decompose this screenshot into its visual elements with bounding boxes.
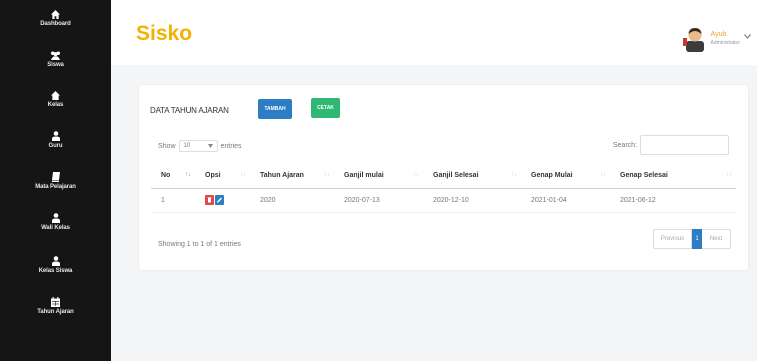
entries-value: 10 xyxy=(183,143,191,149)
sort-icon: ↑↓ xyxy=(511,172,517,178)
column-header-genap-mulai[interactable]: Genap Mulai ↑↓ xyxy=(521,164,610,189)
column-header-genap-selesai[interactable]: Genap Selesai ↑↓ xyxy=(610,164,736,189)
table-row: 1 2020 2020-07-13 2020-12-10 2021-01-04 … xyxy=(151,188,736,213)
page-1-button[interactable]: 1 xyxy=(692,229,702,249)
user-icon xyxy=(51,131,60,141)
column-header-ganjil-mulai[interactable]: Ganjil mulai ↑↓ xyxy=(334,164,423,189)
chevron-down-icon[interactable] xyxy=(744,33,751,39)
sidebar-item-dashboard[interactable]: Dashboard xyxy=(0,10,111,27)
brand-logo[interactable]: Sisko xyxy=(136,22,192,46)
sidebar-item-label: Siswa xyxy=(47,62,64,68)
sort-icon: ↑↓ xyxy=(413,172,419,178)
user-name: Ayub xyxy=(710,31,727,38)
sidebar-item-mata-pelajaran[interactable]: Mata Pelajaran xyxy=(0,172,111,190)
pencil-icon xyxy=(217,197,222,203)
print-button[interactable]: CETAK xyxy=(311,98,340,118)
user-icon xyxy=(51,256,60,266)
sidebar-item-label: Kelas Siswa xyxy=(38,268,73,274)
users-icon xyxy=(51,51,60,60)
sidebar-item-wali-kelas[interactable]: Wali Kelas xyxy=(0,213,111,231)
entries-label: entries xyxy=(220,142,242,150)
sidebar-item-label: Guru xyxy=(48,143,63,149)
sidebar-item-guru[interactable]: Guru xyxy=(0,131,111,149)
cell-opsi xyxy=(195,188,250,213)
cell-tahun-ajaran: 2020 xyxy=(250,188,334,213)
chevron-down-icon xyxy=(207,144,213,148)
table-info: Showing 1 to 1 of 1 entries xyxy=(158,241,241,248)
edit-button[interactable] xyxy=(215,195,224,205)
sort-icon: ↑↓ xyxy=(324,172,330,178)
book-icon xyxy=(51,172,60,182)
table-header-row: No ↑↓ Opsi ↑↓ Tahun Ajaran ↑↓ Ganjil mulai ↑… xyxy=(151,164,736,189)
data-table: No ↑↓ Opsi ↑↓ Tahun Ajaran ↑↓ Ganjil mulai ↑… xyxy=(151,164,736,213)
entries-select[interactable]: 10 xyxy=(178,140,218,152)
column-header-tahun-ajaran[interactable]: Tahun Ajaran ↑↓ xyxy=(250,164,334,189)
sidebar-item-tahun-ajaran[interactable]: Tahun Ajaran xyxy=(0,297,111,315)
sort-icon: ↑↓ xyxy=(185,172,191,178)
column-header-no[interactable]: No ↑↓ xyxy=(151,164,195,189)
search-input[interactable] xyxy=(640,135,729,155)
sidebar-item-label: Wali Kelas xyxy=(41,225,70,231)
sidebar-item-label: Mata Pelajaran xyxy=(35,184,76,190)
top-header: Sisko Ayub Administrator xyxy=(111,0,757,65)
data-card: DATA TAHUN AJARAN TAMBAH CETAK Show 10 e… xyxy=(139,85,748,270)
sidebar-item-kelas[interactable]: Kelas xyxy=(0,91,111,108)
cell-genap-mulai: 2021-01-04 xyxy=(521,188,610,213)
column-header-ganjil-selesai[interactable]: Ganjil Selesai ↑↓ xyxy=(423,164,521,189)
sidebar-item-kelas-siswa[interactable]: Kelas Siswa xyxy=(0,256,111,274)
sidebar-item-siswa[interactable]: Siswa xyxy=(0,51,111,68)
sort-icon: ↑↓ xyxy=(240,172,246,178)
sidebar-item-label: Kelas xyxy=(47,102,64,108)
show-label: Show xyxy=(158,142,176,150)
trash-icon xyxy=(207,197,212,203)
entries-length-control: Show 10 entries xyxy=(158,140,242,152)
cell-ganjil-selesai: 2020-12-10 xyxy=(423,188,521,213)
user-menu[interactable]: Ayub Administrator xyxy=(682,24,751,54)
cell-ganjil-mulai: 2020-07-13 xyxy=(334,188,423,213)
previous-page-button[interactable]: Previous xyxy=(653,229,692,249)
sidebar: Dashboard Siswa Kelas Guru Mata Pelajara… xyxy=(0,0,111,361)
sidebar-item-label: Tahun Ajaran xyxy=(37,309,74,315)
add-button[interactable]: TAMBAH xyxy=(258,99,292,119)
sort-icon: ↑↓ xyxy=(726,172,732,178)
home-icon xyxy=(51,10,60,19)
cell-genap-selesai: 2021-06-12 xyxy=(610,188,736,213)
delete-button[interactable] xyxy=(205,195,214,205)
house-icon xyxy=(51,91,60,100)
sort-icon: ↑↓ xyxy=(600,172,606,178)
column-header-opsi[interactable]: Opsi ↑↓ xyxy=(195,164,250,189)
card-title: DATA TAHUN AJARAN xyxy=(150,106,229,115)
calendar-icon xyxy=(51,297,60,307)
user-role: Administrator xyxy=(710,40,740,46)
next-page-button[interactable]: Next xyxy=(702,229,731,249)
sidebar-item-label: Dashboard xyxy=(40,21,71,27)
avatar xyxy=(682,28,704,52)
search-label: Search: xyxy=(612,141,637,149)
pagination: Previous 1 Next xyxy=(653,229,731,249)
search-control: Search: xyxy=(613,135,729,155)
cell-no: 1 xyxy=(151,188,195,213)
user-icon xyxy=(51,213,60,223)
